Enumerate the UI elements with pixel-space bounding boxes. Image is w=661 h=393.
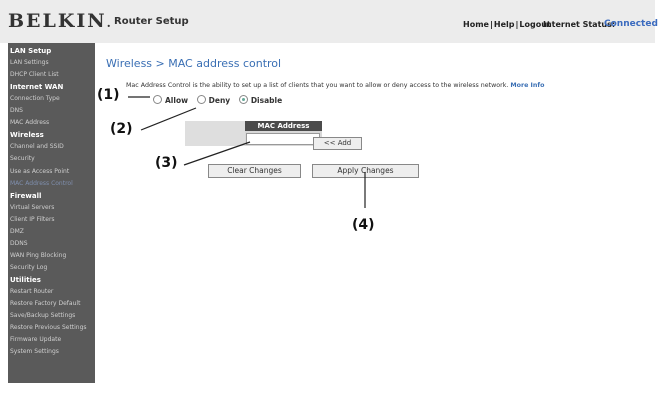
router-setup-window: BELKIN. Router Setup Home|Help|Logout In… (0, 0, 658, 387)
callout-lines (128, 96, 366, 208)
callout-4: (4) (352, 217, 375, 233)
callout-1: (1) (97, 87, 120, 103)
callout-2: (2) (110, 121, 133, 137)
callout-3: (3) (155, 155, 178, 171)
